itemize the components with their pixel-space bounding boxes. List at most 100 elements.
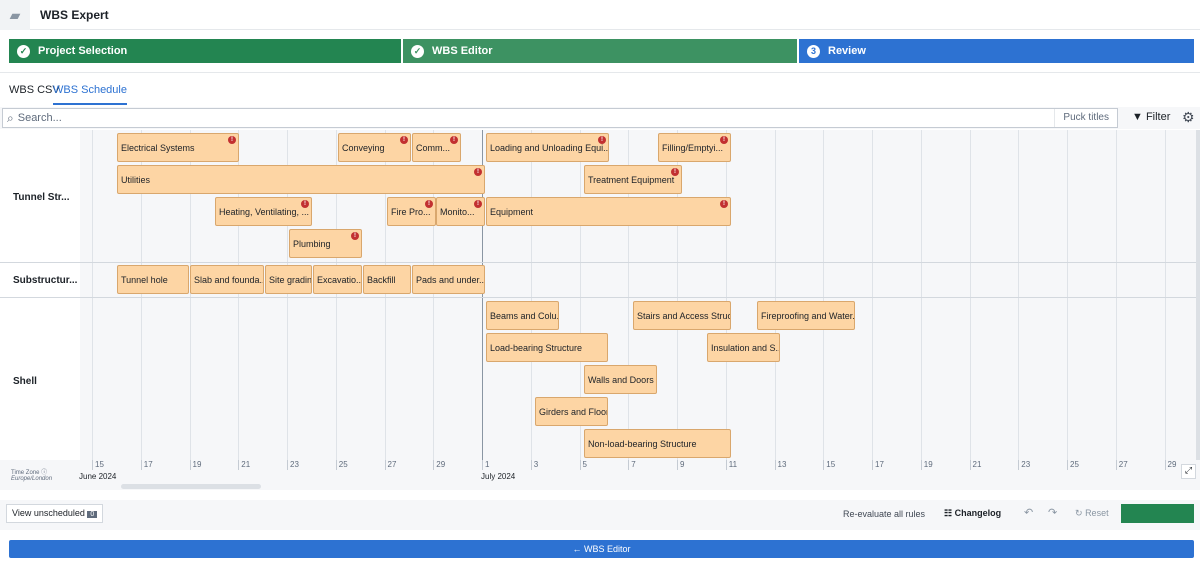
warning-icon: ! <box>228 136 236 144</box>
gear-icon[interactable]: ⚙ <box>1182 109 1195 126</box>
axis-tick-label: 19 <box>920 460 933 470</box>
horizontal-scrollbar[interactable] <box>121 484 261 489</box>
gantt-chart: Tunnel Str... Substructur... Shell 15 17 1… <box>0 130 1200 490</box>
task-puck[interactable]: Load-bearing Structure <box>486 333 608 362</box>
task-puck[interactable]: Site grading <box>265 265 312 294</box>
task-puck[interactable]: Heating, Ventilating, ...! <box>215 197 312 226</box>
axis-tick-label: 17 <box>140 460 153 470</box>
group-substructure[interactable]: Substructur... <box>13 275 77 286</box>
axis-tick-label: 27 <box>384 460 396 470</box>
step-wbs-editor[interactable]: ✓ WBS Editor <box>401 39 797 63</box>
warning-icon: ! <box>720 200 728 208</box>
task-puck[interactable]: Tunnel hole <box>117 265 189 294</box>
task-name: Girders and Floors <box>539 406 608 417</box>
expand-icon[interactable]: ⤢ <box>1181 464 1196 479</box>
chat-icon[interactable]: ▰ <box>0 0 30 30</box>
axis-tick-label: 29 <box>433 460 445 470</box>
task-puck[interactable]: Filling/Emptyi...! <box>658 133 731 162</box>
step-project-selection[interactable]: ✓ Project Selection <box>9 39 401 63</box>
task-name: Backfill <box>367 274 396 285</box>
task-puck[interactable]: Treatment Equipment! <box>584 165 682 194</box>
redo-icon[interactable]: ↷ <box>1048 506 1057 519</box>
task-puck[interactable]: Fireproofing and Water... <box>757 301 855 330</box>
task-name: Filling/Emptyi... <box>662 142 724 153</box>
action-bar: View unscheduled 0 Re-evaluate all rules… <box>0 500 1200 530</box>
axis-tick-label: 15 <box>823 460 835 470</box>
task-puck[interactable]: Walls and Doors <box>584 365 657 394</box>
filter-icon: ▼ <box>1132 111 1143 123</box>
task-name: Load-bearing Structure <box>490 342 583 353</box>
task-name: Conveying <box>342 142 385 153</box>
group-tunnel[interactable]: Tunnel Str... <box>13 192 69 203</box>
step-label: WBS Editor <box>432 45 493 57</box>
reevaluate-button[interactable]: Re-evaluate all rules <box>843 509 925 519</box>
filter-button[interactable]: ▼ Filter <box>1132 111 1170 123</box>
task-name: Heating, Ventilating, ... <box>219 206 310 217</box>
task-puck[interactable]: Electrical Systems! <box>117 133 239 162</box>
warning-icon: ! <box>474 168 482 176</box>
axis-tick-label: 23 <box>1018 460 1030 470</box>
step-review[interactable]: 3 Review <box>797 39 1194 63</box>
task-puck[interactable]: Equipment! <box>486 197 731 226</box>
task-puck[interactable]: Monito...! <box>436 197 485 226</box>
undo-icon[interactable]: ↶ <box>1024 506 1033 519</box>
task-puck[interactable]: Fire Pro...! <box>387 197 436 226</box>
puck-titles-toggle[interactable]: Puck titles <box>1054 109 1117 127</box>
month-label: July 2024 <box>481 472 516 481</box>
search-row: ⌕ Search... Puck titles ▼ Filter ⚙ <box>0 107 1200 129</box>
task-name: Equipment <box>490 206 534 217</box>
task-name: Plumbing <box>293 238 331 249</box>
group-shell[interactable]: Shell <box>13 376 37 387</box>
task-name: Loading and Unloading Equi... <box>490 142 609 153</box>
axis-tick-label: 11 <box>725 460 737 470</box>
task-name: Excavatio... <box>317 274 362 285</box>
warning-icon: ! <box>425 200 433 208</box>
task-name: Electrical Systems <box>121 142 195 153</box>
task-puck[interactable]: Plumbing! <box>289 229 362 258</box>
changelog-button[interactable]: ☷ Changelog <box>944 508 1001 519</box>
back-to-wbs-editor-button[interactable]: ← WBS Editor <box>9 540 1194 558</box>
warning-icon: ! <box>598 136 606 144</box>
task-name: Treatment Equipment <box>588 174 675 185</box>
task-puck[interactable]: Comm...! <box>412 133 461 162</box>
task-puck[interactable]: Insulation and S... <box>707 333 780 362</box>
axis-tick-label: 13 <box>774 460 786 470</box>
axis-tick-label: 25 <box>335 460 348 470</box>
task-puck[interactable]: Slab and founda... <box>190 265 264 294</box>
grid-line <box>530 130 532 460</box>
search-icon: ⌕ <box>7 110 14 125</box>
grid-line <box>872 130 873 460</box>
row-divider <box>0 262 1196 263</box>
grid-line <box>1115 130 1117 460</box>
task-puck[interactable]: Utilities! <box>117 165 485 194</box>
warning-icon: ! <box>351 232 359 240</box>
changelog-icon: ☷ <box>944 508 953 518</box>
vertical-scrollbar[interactable] <box>1196 130 1200 460</box>
task-name: Monito... <box>440 206 475 217</box>
task-puck[interactable]: Pads and under... <box>412 265 485 294</box>
month-label: June 2024 <box>79 472 117 481</box>
axis-tick-label: 15 <box>92 460 104 470</box>
task-puck[interactable]: Beams and Colu... <box>486 301 559 330</box>
task-name: Fire Pro... <box>391 206 431 217</box>
task-name: Beams and Colu... <box>490 310 559 321</box>
view-unscheduled-button[interactable]: View unscheduled 0 <box>6 504 104 523</box>
task-puck[interactable]: Girders and Floors <box>535 397 608 426</box>
search-placeholder: Search... <box>17 112 62 124</box>
task-puck[interactable]: Stairs and Access Struct... <box>633 301 731 330</box>
warning-icon: ! <box>400 136 408 144</box>
axis-tick-label: 29 <box>1164 460 1176 470</box>
task-name: Stairs and Access Struct... <box>637 310 730 321</box>
submit-button-loading[interactable] <box>1121 504 1194 523</box>
search-input[interactable]: ⌕ Search... Puck titles <box>2 108 1118 128</box>
task-puck[interactable]: Excavatio... <box>313 265 362 294</box>
task-puck[interactable]: Non-load-bearing Structure <box>584 429 731 458</box>
check-icon: ✓ <box>17 44 30 58</box>
task-puck[interactable]: Conveying! <box>338 133 411 162</box>
step-label: Review <box>828 45 866 57</box>
grid-line <box>920 130 922 460</box>
task-puck[interactable]: Loading and Unloading Equi...! <box>486 133 609 162</box>
reset-button[interactable]: ↻ Reset <box>1075 508 1109 519</box>
tab-wbs-schedule[interactable]: WBS Schedule <box>53 84 127 105</box>
task-puck[interactable]: Backfill <box>363 265 411 294</box>
